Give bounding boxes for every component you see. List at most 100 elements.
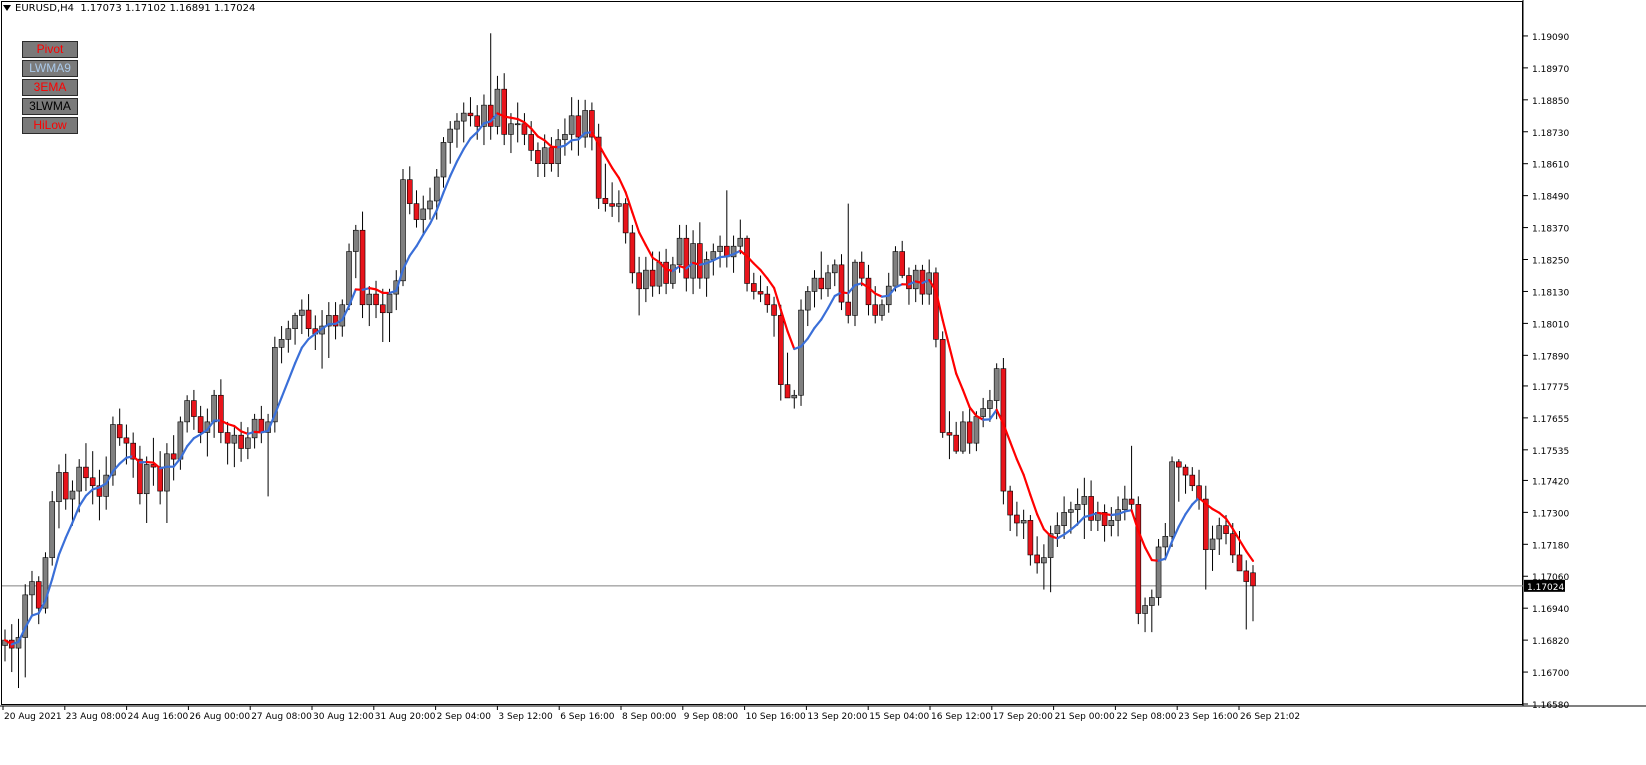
candle-body bbox=[569, 116, 574, 135]
candle-body bbox=[1143, 606, 1148, 614]
candle-body bbox=[299, 310, 304, 315]
candle-body bbox=[778, 315, 783, 384]
candle-body bbox=[751, 283, 756, 291]
candle-body bbox=[353, 230, 358, 251]
price-tick-label: 1.17180 bbox=[1532, 541, 1569, 551]
price-tick-label: 1.18370 bbox=[1532, 225, 1569, 235]
candle-body bbox=[799, 310, 804, 395]
price-label-text: 1.17024 bbox=[1527, 583, 1564, 593]
time-tick-label: 24 Aug 16:00 bbox=[128, 712, 189, 722]
candle-body bbox=[630, 233, 635, 273]
candle-body bbox=[90, 478, 95, 486]
candle-body bbox=[367, 294, 372, 305]
candle-body bbox=[1035, 555, 1040, 563]
time-tick-label: 26 Aug 00:00 bbox=[189, 712, 250, 722]
candle-body bbox=[1244, 571, 1249, 582]
candle-body bbox=[1122, 499, 1127, 510]
hilow-button-label: HiLow bbox=[33, 118, 66, 132]
candle-body bbox=[623, 204, 628, 233]
candle-body bbox=[56, 472, 61, 501]
candle-body bbox=[650, 270, 655, 286]
candle-body bbox=[83, 467, 88, 478]
ohlc-readout: 1.17073 1.17102 1.16891 1.17024 bbox=[80, 3, 255, 14]
candle-body bbox=[718, 246, 723, 251]
candle-body bbox=[691, 244, 696, 279]
symbol-label: EURUSD,H4 bbox=[15, 3, 74, 14]
candle bbox=[799, 299, 804, 405]
candle-body bbox=[232, 435, 237, 443]
candle-body bbox=[839, 265, 844, 302]
3ema-button[interactable]: 3EMA bbox=[22, 79, 78, 96]
3lwma-button-label: 3LWMA bbox=[29, 99, 71, 113]
candle-body bbox=[1230, 534, 1235, 555]
candle bbox=[50, 491, 55, 566]
candle-body bbox=[1163, 536, 1168, 547]
hilow-button[interactable]: HiLow bbox=[22, 117, 78, 134]
candle-body bbox=[124, 438, 129, 443]
time-tick-label: 8 Sep 00:00 bbox=[622, 712, 677, 722]
candle-body bbox=[1156, 547, 1161, 598]
candle-body bbox=[468, 113, 473, 116]
candle bbox=[940, 331, 945, 437]
candle-body bbox=[1203, 499, 1208, 550]
candle-body bbox=[164, 454, 169, 491]
3ema-button-label: 3EMA bbox=[34, 80, 67, 94]
candle-body bbox=[239, 435, 244, 448]
lwma9-button[interactable]: LWMA9 bbox=[22, 60, 78, 77]
candle-body bbox=[812, 278, 817, 291]
candle-body bbox=[158, 467, 163, 491]
candle-body bbox=[77, 467, 82, 491]
time-tick-label: 30 Aug 12:00 bbox=[313, 712, 374, 722]
price-tick-label: 1.17420 bbox=[1532, 477, 1569, 487]
candle-body bbox=[677, 238, 682, 265]
candle-body bbox=[819, 278, 824, 289]
candle-body bbox=[259, 419, 264, 432]
time-tick-label: 27 Aug 08:00 bbox=[251, 712, 312, 722]
candle-body bbox=[974, 417, 979, 444]
price-tick-label: 1.16700 bbox=[1532, 669, 1569, 679]
time-tick-label: 2 Sep 04:00 bbox=[437, 712, 492, 722]
candle-body bbox=[185, 401, 190, 422]
time-tick-label: 9 Sep 08:00 bbox=[684, 712, 739, 722]
candle-body bbox=[859, 262, 864, 278]
candle-body bbox=[1190, 475, 1195, 486]
candle-body bbox=[657, 262, 662, 286]
candle-body bbox=[637, 273, 642, 289]
price-tick-label: 1.18970 bbox=[1532, 65, 1569, 75]
candle-body bbox=[144, 464, 149, 493]
candle-body bbox=[940, 339, 945, 432]
candle-body bbox=[562, 134, 567, 139]
candle-body bbox=[414, 204, 419, 220]
candle-body bbox=[70, 491, 75, 499]
candle-body bbox=[738, 238, 743, 246]
candle-body bbox=[873, 305, 878, 316]
candle-body bbox=[1068, 510, 1073, 513]
candle-body bbox=[293, 315, 298, 328]
chart-window[interactable]: 1.190901.189701.188501.187301.186101.184… bbox=[0, 0, 1646, 761]
candle-body bbox=[29, 582, 34, 595]
candle-body bbox=[117, 425, 122, 438]
candle-body bbox=[981, 409, 986, 417]
candle-body bbox=[1149, 598, 1154, 606]
price-tick-label: 1.18610 bbox=[1532, 161, 1569, 171]
candle-body bbox=[421, 209, 426, 220]
time-tick-label: 6 Sep 16:00 bbox=[560, 712, 615, 722]
candle-body bbox=[616, 204, 621, 207]
candle-body bbox=[933, 273, 938, 340]
price-tick-label: 1.18010 bbox=[1532, 320, 1569, 330]
3lwma-button[interactable]: 3LWMA bbox=[22, 98, 78, 115]
candle-body bbox=[1129, 499, 1134, 504]
candle-body bbox=[556, 140, 561, 164]
candle bbox=[893, 246, 898, 291]
price-tick-label: 1.16940 bbox=[1532, 605, 1569, 615]
candle-body bbox=[427, 201, 432, 209]
candle-body bbox=[63, 472, 68, 499]
candle-body bbox=[960, 422, 965, 451]
candle-body bbox=[1008, 491, 1013, 515]
price-chart[interactable]: 1.190901.189701.188501.187301.186101.184… bbox=[0, 0, 1646, 761]
candle-body bbox=[664, 262, 669, 283]
dropdown-triangle-icon[interactable] bbox=[3, 5, 11, 11]
pivot-button[interactable]: Pivot bbox=[22, 41, 78, 58]
candle bbox=[1136, 496, 1141, 624]
candle-body bbox=[785, 385, 790, 398]
